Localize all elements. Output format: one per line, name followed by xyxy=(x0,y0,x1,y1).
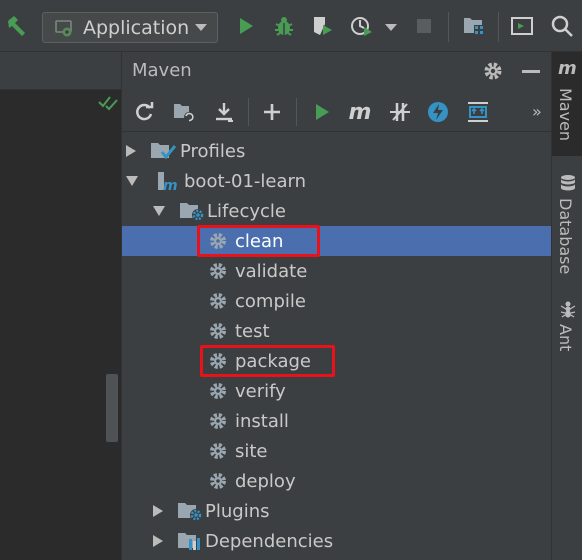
right-tool-strip: m Maven Database Ant xyxy=(551,52,582,560)
layout-icon[interactable] xyxy=(506,10,538,42)
application-config-icon xyxy=(55,18,75,38)
stop-icon[interactable] xyxy=(408,10,440,42)
skip-tests-icon[interactable] xyxy=(422,96,454,128)
run-maven-icon[interactable] xyxy=(306,96,338,128)
chevron-down-icon xyxy=(195,24,207,31)
profile-icon[interactable] xyxy=(346,10,378,42)
collapse-arrow-icon[interactable] xyxy=(153,206,165,216)
gear-icon[interactable] xyxy=(482,60,506,84)
tree-item-label: boot-01-learn xyxy=(184,170,307,192)
editor-area xyxy=(0,52,121,560)
search-icon[interactable] xyxy=(546,10,578,42)
show-diagram-icon[interactable] xyxy=(462,96,494,128)
tree-item-goal-test[interactable]: test xyxy=(122,316,552,346)
generate-sources-icon[interactable] xyxy=(168,96,200,128)
expand-arrow-icon[interactable] xyxy=(153,505,163,517)
gear-icon xyxy=(208,261,228,281)
goal-label: verify xyxy=(235,380,286,402)
add-icon[interactable] xyxy=(256,96,288,128)
tree-item-goal-validate[interactable]: validate xyxy=(122,256,552,286)
more-icon[interactable]: » xyxy=(532,102,542,121)
gear-icon xyxy=(208,411,228,431)
tree-item-label: Plugins xyxy=(205,500,270,522)
goal-label: deploy xyxy=(235,470,296,492)
side-tab-label: Maven xyxy=(556,88,575,142)
toolbar-divider xyxy=(248,98,249,126)
build-hammer-icon[interactable] xyxy=(0,10,32,42)
profile-dropdown-chevron-icon[interactable] xyxy=(385,24,397,31)
gear-icon xyxy=(208,471,228,491)
highlight-box-package xyxy=(200,345,335,377)
ant-icon xyxy=(559,300,577,318)
lifecycle-folder-icon xyxy=(179,200,205,222)
project-structure-icon[interactable] xyxy=(458,10,490,42)
side-tab-ant[interactable]: Ant xyxy=(552,296,582,356)
tree-item-profiles[interactable]: Profiles xyxy=(122,136,552,166)
tree-item-goal-compile[interactable]: compile xyxy=(122,286,552,316)
dependencies-folder-icon xyxy=(177,530,203,552)
expand-arrow-icon[interactable] xyxy=(126,145,136,157)
goal-label: test xyxy=(235,320,270,342)
tree-item-goal-package[interactable]: package xyxy=(122,346,552,376)
toolbar-divider xyxy=(448,12,449,42)
maven-toolbar: m » xyxy=(122,92,552,132)
side-tab-database[interactable]: Database xyxy=(552,170,582,280)
toolbar-divider xyxy=(296,98,297,126)
goal-label: site xyxy=(235,440,268,462)
gear-icon xyxy=(208,441,228,461)
database-icon xyxy=(559,174,577,192)
toolbar-divider xyxy=(498,12,499,42)
coverage-icon[interactable] xyxy=(306,10,338,42)
maven-m-icon: m xyxy=(558,58,577,79)
expand-arrow-icon[interactable] xyxy=(153,535,163,547)
svg-text:m: m xyxy=(163,178,178,192)
tree-item-goal-verify[interactable]: verify xyxy=(122,376,552,406)
side-tab-maven[interactable]: m Maven xyxy=(552,52,582,156)
highlight-box-clean xyxy=(197,225,320,257)
editor-gutter xyxy=(0,90,121,560)
side-tab-label: Ant xyxy=(556,324,575,352)
tree-item-label: Profiles xyxy=(180,140,246,162)
reload-icon[interactable] xyxy=(128,96,160,128)
run-configuration-label: Application xyxy=(83,16,190,39)
goal-label: compile xyxy=(235,290,306,312)
goal-label: validate xyxy=(235,260,308,282)
tree-item-dependencies[interactable]: Dependencies xyxy=(122,526,552,556)
maven-header: Maven xyxy=(122,52,552,90)
goal-label: install xyxy=(235,410,289,432)
toggle-offline-icon[interactable] xyxy=(384,96,416,128)
gear-icon xyxy=(208,381,228,401)
tree-item-label: Lifecycle xyxy=(207,200,286,222)
plugins-folder-icon xyxy=(177,500,203,522)
tree-item-goal-deploy[interactable]: deploy xyxy=(122,466,552,496)
run-configuration-selector[interactable]: Application xyxy=(42,12,218,43)
execute-goal-icon[interactable]: m xyxy=(344,96,376,128)
gear-icon xyxy=(208,321,228,341)
tree-item-project[interactable]: m boot-01-learn xyxy=(122,166,552,196)
maven-project-icon: m xyxy=(156,170,180,194)
debug-icon[interactable] xyxy=(268,10,300,42)
run-icon[interactable] xyxy=(230,10,262,42)
tree-item-label: Dependencies xyxy=(205,530,334,552)
tree-item-goal-site[interactable]: site xyxy=(122,436,552,466)
inspection-ok-icon[interactable] xyxy=(98,95,118,111)
tree-item-goal-install[interactable]: install xyxy=(122,406,552,436)
maven-title: Maven xyxy=(132,60,192,81)
profiles-folder-icon xyxy=(150,140,177,162)
editor-tab-bar xyxy=(0,52,121,90)
minimize-icon[interactable] xyxy=(522,70,540,73)
gear-icon xyxy=(208,291,228,311)
side-tab-label: Database xyxy=(556,198,575,275)
maven-tool-window: Maven m » Profiles m boot-01-learn Lifec… xyxy=(121,52,552,560)
download-icon[interactable] xyxy=(208,96,240,128)
tree-item-goal-clean[interactable]: clean xyxy=(122,226,552,256)
editor-scrollbar[interactable] xyxy=(106,374,118,442)
tree-item-lifecycle[interactable]: Lifecycle xyxy=(122,196,552,226)
tree-item-plugins[interactable]: Plugins xyxy=(122,496,552,526)
main-toolbar: Application xyxy=(0,0,582,52)
collapse-arrow-icon[interactable] xyxy=(126,176,138,186)
